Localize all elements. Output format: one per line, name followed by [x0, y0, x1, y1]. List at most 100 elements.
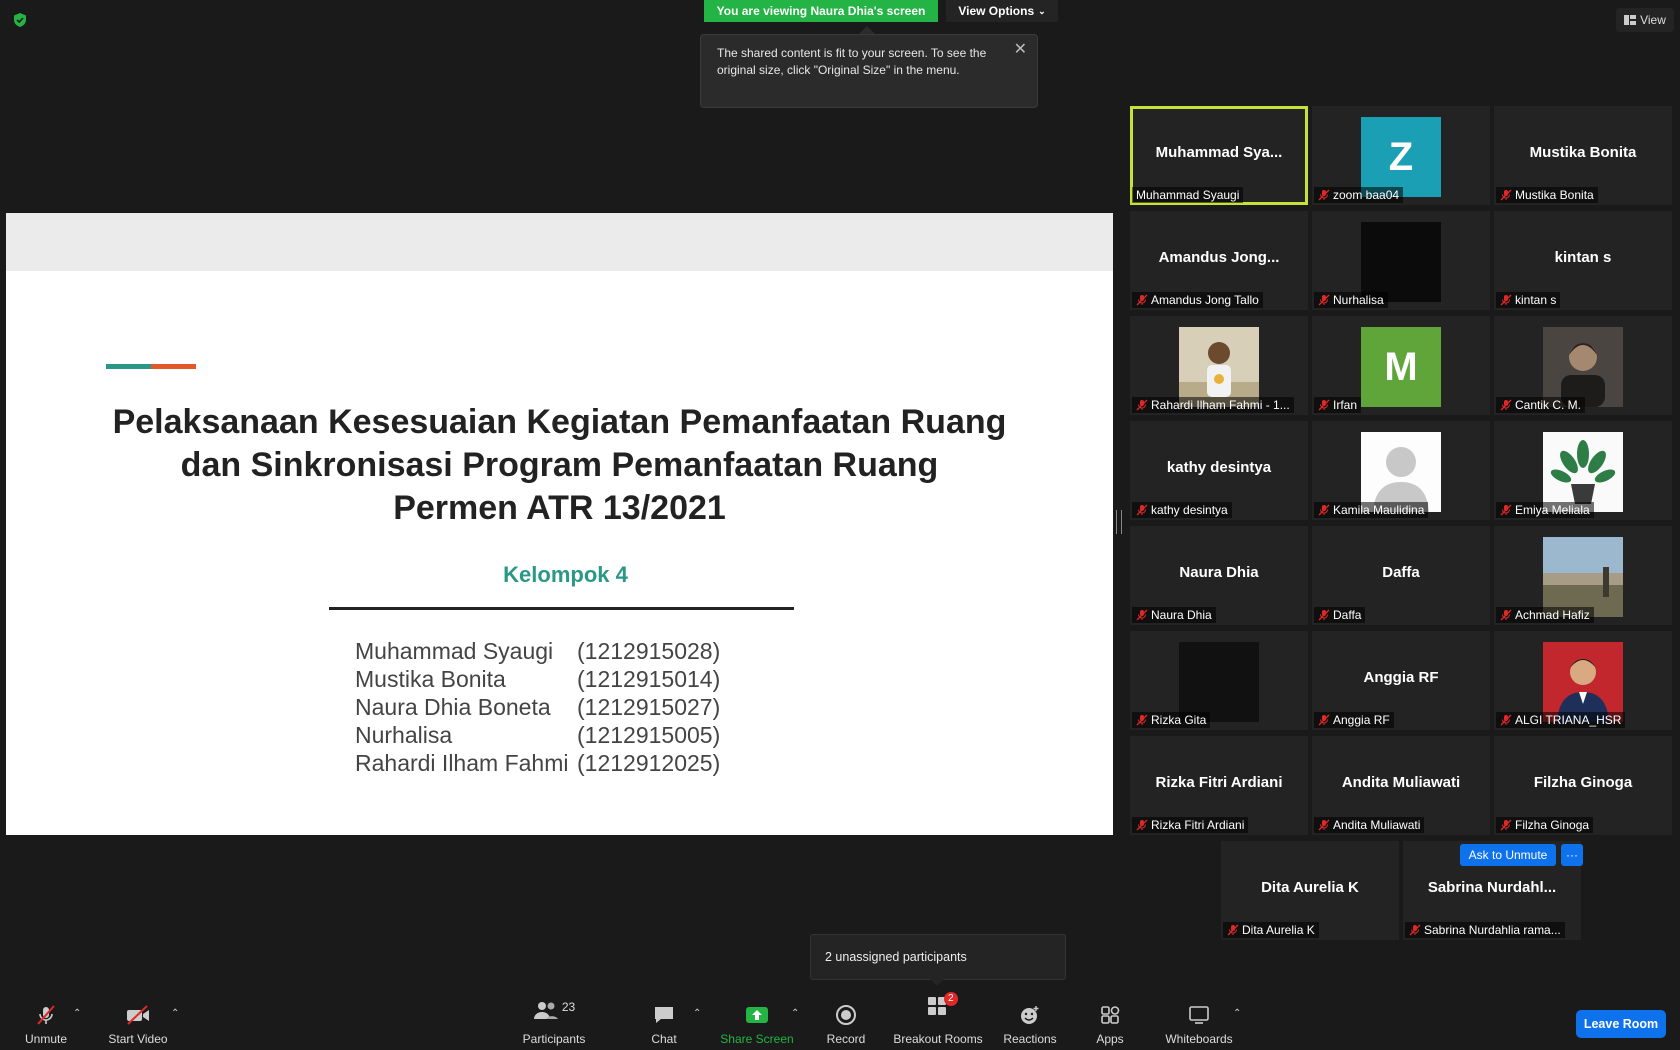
- participant-tile[interactable]: Andita Muliawati Andita Muliawati: [1312, 736, 1490, 835]
- start-video-button[interactable]: Start Video: [102, 1000, 174, 1046]
- participant-tile[interactable]: Kamila Maulidina: [1312, 421, 1490, 520]
- participant-name: Daffa: [1333, 608, 1362, 622]
- participant-name: Naura Dhia: [1151, 608, 1212, 622]
- participant-name: Kamila Maulidina: [1333, 503, 1425, 517]
- participant-name: Mustika Bonita: [1515, 188, 1594, 202]
- participant-tile[interactable]: Rizka Fitri Ardiani Rizka Fitri Ardiani: [1130, 736, 1308, 835]
- share-screen-button[interactable]: Share Screen: [720, 1000, 794, 1046]
- chevron-up-icon[interactable]: ⌃: [73, 1008, 81, 1019]
- participant-tile[interactable]: Naura Dhia Naura Dhia: [1130, 526, 1308, 625]
- member-id: (1212915027): [577, 694, 721, 720]
- member-name: Rahardi Ilham Fahmi: [355, 750, 569, 776]
- participant-name-label: Mustika Bonita: [1496, 187, 1598, 203]
- avatar: [1179, 642, 1259, 722]
- participant-tile[interactable]: ALGI TRIANA_HSR: [1494, 631, 1672, 730]
- chevron-up-icon[interactable]: ⌃: [693, 1008, 701, 1019]
- view-options-label: View Options: [958, 4, 1035, 18]
- participant-name-label: Rizka Gita: [1132, 712, 1211, 728]
- participant-tile[interactable]: Emiya Meliala: [1494, 421, 1672, 520]
- participant-display-name: Rizka Fitri Ardiani: [1155, 774, 1283, 791]
- participants-button[interactable]: 23 Participants: [518, 1000, 590, 1046]
- whiteboards-label: Whiteboards: [1165, 1032, 1233, 1046]
- participant-tile[interactable]: Zzoom baa04: [1312, 106, 1490, 205]
- breakout-rooms-badge: 2: [944, 992, 958, 1006]
- whiteboards-button[interactable]: Whiteboards: [1162, 1000, 1236, 1046]
- participant-name-label: Cantik C. M.: [1496, 397, 1586, 413]
- chevron-up-icon[interactable]: ⌃: [791, 1008, 799, 1019]
- participant-tile[interactable]: Muhammad Sya... Muhammad Syaugi: [1130, 106, 1308, 205]
- member-row: Rahardi Ilham Fahmi (1212912025): [355, 749, 720, 777]
- participant-name-label: Amandus Jong Tallo: [1132, 292, 1263, 308]
- participant-name: Andita Muliawati: [1333, 818, 1421, 832]
- participant-tile[interactable]: Daffa Daffa: [1312, 526, 1490, 625]
- leave-room-button[interactable]: Leave Room: [1576, 1010, 1666, 1038]
- slide-accent-bar: [106, 356, 197, 369]
- apps-button[interactable]: Apps: [1092, 1000, 1128, 1046]
- breakout-rooms-label: Breakout Rooms: [893, 1032, 983, 1046]
- start-video-label: Start Video: [108, 1032, 168, 1046]
- participant-tile[interactable]: Achmad Hafiz: [1494, 526, 1672, 625]
- record-button[interactable]: Record: [822, 1000, 870, 1046]
- chat-button[interactable]: Chat: [644, 1000, 684, 1046]
- unmute-button[interactable]: Unmute: [18, 1000, 74, 1046]
- member-list: Muhammad Syaugi (1212915028) Mustika Boni…: [355, 637, 720, 777]
- participant-tile[interactable]: Mustika Bonita Mustika Bonita: [1494, 106, 1672, 205]
- participant-name-label: Achmad Hafiz: [1496, 607, 1594, 623]
- microphone-muted-icon: [1318, 819, 1330, 831]
- participant-name: kintan s: [1515, 293, 1557, 307]
- view-options-button[interactable]: View Options ⌄: [946, 0, 1058, 22]
- participant-name: zoom baa04: [1333, 188, 1400, 202]
- participant-name-label: Dita Aurelia K: [1223, 922, 1319, 938]
- microphone-muted-icon: [1136, 714, 1148, 726]
- reactions-button[interactable]: Reactions: [1002, 1000, 1058, 1046]
- participant-name: ALGI TRIANA_HSR: [1515, 713, 1622, 727]
- participant-name: kathy desintya: [1151, 503, 1228, 517]
- member-name: Muhammad Syaugi: [355, 638, 554, 664]
- slide-header-band: [6, 213, 1113, 271]
- participant-tile[interactable]: Dita Aurelia K Dita Aurelia K: [1221, 841, 1399, 940]
- participant-tile[interactable]: Amandus Jong... Amandus Jong Tallo: [1130, 211, 1308, 310]
- ask-to-unmute-button[interactable]: Ask to Unmute: [1460, 844, 1556, 866]
- participant-name: Rizka Fitri Ardiani: [1151, 818, 1245, 832]
- participant-tile[interactable]: Filzha Ginoga Filzha Ginoga: [1494, 736, 1672, 835]
- participant-tile[interactable]: Nurhalisa: [1312, 211, 1490, 310]
- microphone-muted-icon: [37, 1005, 55, 1025]
- avatar: [1361, 222, 1441, 302]
- participant-name: Dita Aurelia K: [1242, 923, 1315, 937]
- microphone-muted-icon: [1227, 924, 1239, 936]
- microphone-muted-icon: [1136, 819, 1148, 831]
- chevron-up-icon[interactable]: ⌃: [1233, 1008, 1241, 1019]
- security-shield-icon[interactable]: [12, 12, 28, 28]
- participants-label: Participants: [522, 1032, 586, 1046]
- slide-title-line: Pelaksanaan Kesesuaian Kegiatan Pemanfaa…: [112, 403, 1007, 441]
- participant-name: Achmad Hafiz: [1515, 608, 1590, 622]
- microphone-muted-icon: [1318, 504, 1330, 516]
- close-icon[interactable]: ✕: [1014, 39, 1027, 59]
- member-row: Nurhalisa (1212915005): [355, 721, 720, 749]
- microphone-muted-icon: [1500, 819, 1512, 831]
- chevron-up-icon[interactable]: ⌃: [171, 1008, 179, 1019]
- participant-tile[interactable]: Cantik C. M.: [1494, 316, 1672, 415]
- participant-tile[interactable]: Rizka Gita: [1130, 631, 1308, 730]
- record-icon: [836, 1005, 856, 1025]
- member-id: (1212915014): [577, 666, 721, 692]
- share-screen-icon: [746, 1007, 768, 1023]
- fit-to-screen-notice: The shared content is fit to your screen…: [700, 34, 1038, 108]
- microphone-muted-icon: [1318, 189, 1330, 201]
- avatar: M: [1361, 327, 1441, 407]
- participant-tile[interactable]: M Irfan: [1312, 316, 1490, 415]
- participant-display-name: Muhammad Sya...: [1155, 144, 1283, 161]
- more-options-button[interactable]: ···: [1561, 844, 1583, 866]
- whiteboard-icon: [1189, 1006, 1209, 1024]
- view-layout-button[interactable]: View: [1616, 8, 1674, 32]
- participant-display-name: Filzha Ginoga: [1533, 774, 1633, 791]
- member-name: Naura Dhia Boneta: [355, 694, 551, 720]
- participant-tile[interactable]: Rahardi Ilham Fahmi - 1...: [1130, 316, 1308, 415]
- participant-tile[interactable]: kathy desintya kathy desintya: [1130, 421, 1308, 520]
- participant-tile[interactable]: kintan s kintan s: [1494, 211, 1672, 310]
- participant-display-name: Amandus Jong...: [1158, 249, 1280, 266]
- panel-resize-handle[interactable]: [1116, 510, 1122, 534]
- breakout-rooms-button[interactable]: 2 Breakout Rooms: [893, 992, 983, 1046]
- participant-tile[interactable]: Anggia RF Anggia RF: [1312, 631, 1490, 730]
- participants-count: 23: [561, 1000, 576, 1014]
